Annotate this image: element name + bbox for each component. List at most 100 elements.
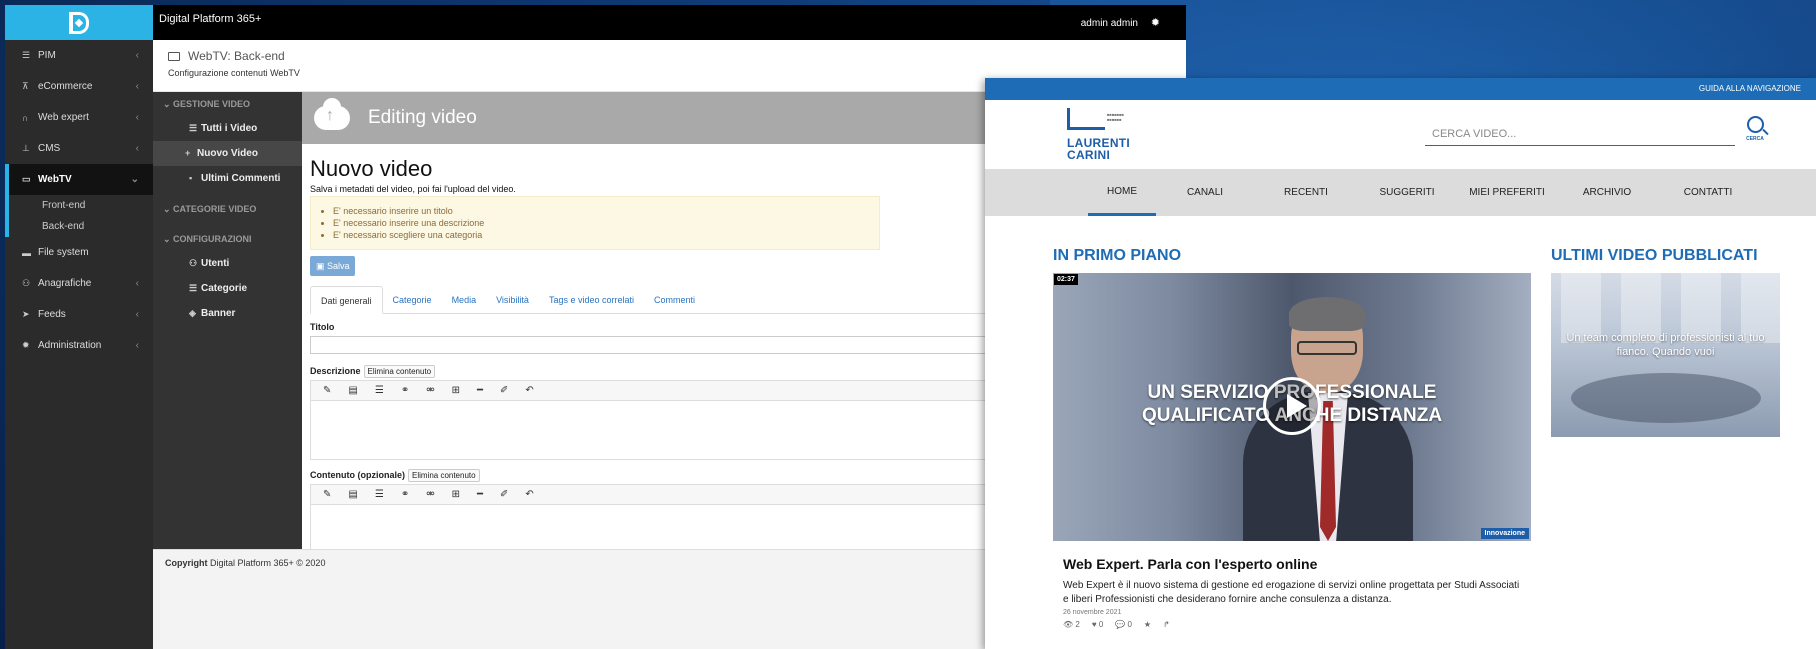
featured-title: IN PRIMO PIANO [1053, 247, 1182, 264]
search-input[interactable]: CERCA VIDEO... [1425, 124, 1735, 146]
nav-preferiti[interactable]: MIEI PREFERITI [1457, 169, 1557, 216]
tab-visibilita[interactable]: Visibilità [486, 286, 539, 313]
sidebar-item-anagrafiche[interactable]: ⚇ Anagrafiche ‹ [5, 268, 153, 299]
webtv-submenu: Front-end Back-end [5, 195, 153, 237]
plus-icon: + [185, 148, 191, 158]
tab-commenti[interactable]: Commenti [644, 286, 705, 313]
link-icon[interactable]: ⚭ [401, 385, 409, 396]
search-button[interactable]: CERCA [1742, 116, 1768, 150]
header-title: WebTV: Back-end [188, 49, 285, 63]
editing-title: Editing video [368, 107, 477, 128]
undo-icon[interactable]: ↶ [525, 489, 533, 500]
folder-icon: ▬ [22, 247, 31, 258]
unlink-icon[interactable]: ⚮ [426, 385, 434, 396]
sidebar-item-ecommerce[interactable]: ⊼ eCommerce ‹ [5, 71, 153, 102]
nav-suggeriti[interactable]: SUGGERITI [1357, 169, 1457, 216]
sidebar-subitem-back-end[interactable]: Back-end [9, 216, 153, 237]
alert-item: E' necessario scegliere una categoria [333, 229, 879, 241]
nav-recenti[interactable]: RECENTI [1256, 169, 1356, 216]
latest-video-thumbnail[interactable]: Un team completo di professionisti al tu… [1551, 273, 1780, 437]
link-utenti[interactable]: ⚇ Utenti [153, 251, 302, 276]
app-logo[interactable] [5, 5, 153, 40]
site-logo[interactable]: ■■■■■■■ ■■■■■■ LAURENTI CARINI [1067, 108, 1133, 164]
pencil-icon[interactable]: ✎ [323, 385, 331, 396]
link-banner[interactable]: ◈ Banner [153, 301, 302, 326]
page-title: Nuovo video [310, 156, 433, 181]
chevron-left-icon: ‹ [135, 278, 139, 289]
tab-categorie[interactable]: Categorie [383, 286, 442, 313]
nav-canali[interactable]: CANALI [1155, 169, 1255, 216]
likes-count[interactable]: ♥ 0 [1092, 620, 1103, 629]
group-gestione-video[interactable]: ⌄ GESTIONE VIDEO [153, 92, 302, 116]
list-icon[interactable]: ☰ [375, 385, 384, 396]
tab-tags[interactable]: Tags e video correlati [539, 286, 644, 313]
table-icon[interactable]: ⊞ [452, 385, 460, 396]
sidebar-subitem-front-end[interactable]: Front-end [9, 195, 153, 216]
list-icon: ☰ [189, 283, 198, 293]
link-nuovo-video[interactable]: + Nuovo Video [153, 141, 302, 166]
main-nav: HOME CANALI RECENTI SUGGERITI MIEI PREFE… [985, 169, 1816, 216]
undo-icon[interactable]: ↶ [525, 385, 533, 396]
sidebar-item-web-expert[interactable]: ∩ Web expert ‹ [5, 102, 153, 133]
featured-video[interactable]: 02:37 UN SERVIZIO PROFESSIONALE QUALIFIC… [1053, 273, 1531, 541]
validation-alert: E' necessario inserire un titolo E' nece… [310, 196, 880, 250]
sidebar-item-administration[interactable]: ✹ Administration ‹ [5, 330, 153, 361]
clear-description-button[interactable]: Elimina contenuto [363, 365, 436, 378]
group-categorie-video[interactable]: ⌄ CATEGORIE VIDEO [153, 197, 302, 221]
hr-icon[interactable]: ━ [477, 385, 483, 396]
link-categorie[interactable]: ☰ Categorie [153, 276, 302, 301]
tab-media[interactable]: Media [442, 286, 487, 313]
nav-home[interactable]: HOME [1088, 169, 1156, 216]
sitemap-icon: ⊥ [22, 143, 30, 153]
user-menu[interactable]: admin admin [1081, 18, 1138, 29]
users-icon: ⚇ [22, 278, 31, 288]
monitor-icon [168, 51, 180, 61]
nav-contatti[interactable]: CONTATTI [1658, 169, 1758, 216]
chevron-down-icon: ⌄ [130, 174, 139, 185]
gear-icon[interactable]: ✹ [1151, 16, 1160, 29]
hr-icon[interactable]: ━ [477, 489, 483, 500]
align-icon[interactable]: ▤ [348, 489, 357, 500]
tag-icon: ◈ [189, 308, 196, 318]
link-ultimi-commenti[interactable]: ▪ Ultimi Commenti [153, 166, 302, 191]
eraser-icon[interactable]: ✐ [500, 489, 508, 500]
sidebar-item-cms[interactable]: ⊥ CMS ‹ [5, 133, 153, 164]
nav-archivio[interactable]: ARCHIVIO [1557, 169, 1657, 216]
eraser-icon[interactable]: ✐ [500, 385, 508, 396]
sidebar-item-webtv[interactable]: ▭ WebTV ⌄ [5, 164, 153, 195]
unlink-icon[interactable]: ⚮ [426, 489, 434, 500]
sidebar-item-feeds[interactable]: ➤ Feeds ‹ [5, 299, 153, 330]
align-icon[interactable]: ▤ [348, 385, 357, 396]
list-icon: ☰ [22, 50, 31, 60]
comments-count[interactable]: 💬 0 [1115, 620, 1132, 629]
link-tutti-video[interactable]: ☰ Tutti i Video [153, 116, 302, 141]
navigation-guide-link[interactable]: GUIDA ALLA NAVIGAZIONE [1699, 84, 1801, 93]
cloud-upload-icon [314, 98, 350, 130]
group-configurazioni[interactable]: ⌄ CONFIGURAZIONI [153, 227, 302, 251]
eye-icon: 👁 [1063, 620, 1076, 629]
floppy-icon: ▣ [316, 261, 328, 271]
table-icon[interactable]: ⊞ [452, 489, 460, 500]
tab-dati-generali[interactable]: Dati generali [310, 286, 383, 314]
sidebar-item-file-system[interactable]: ▬ File system [5, 237, 153, 268]
list-icon[interactable]: ☰ [375, 489, 384, 500]
app-title: Digital Platform 365+ [159, 13, 262, 25]
star-icon[interactable]: ★ [1144, 620, 1151, 629]
pencil-icon[interactable]: ✎ [323, 489, 331, 500]
copyright-text: Digital Platform 365+ © 2020 [207, 558, 326, 568]
latest-title: ULTIMI VIDEO PUBBLICATI [1551, 247, 1758, 264]
save-button[interactable]: ▣ Salva [310, 256, 355, 276]
clear-content-button[interactable]: Elimina contenuto [407, 469, 480, 482]
share-icon[interactable]: ↱ [1163, 620, 1170, 629]
headset-icon: ∩ [22, 112, 29, 123]
chevron-left-icon: ‹ [135, 50, 139, 61]
video-duration: 02:37 [1054, 274, 1078, 285]
header-subtitle: Configurazione contenuti WebTV [168, 68, 300, 78]
article-title[interactable]: Web Expert. Parla con l'esperto online [1063, 556, 1317, 572]
play-icon[interactable] [1263, 377, 1321, 435]
alert-item: E' necessario inserire una descrizione [333, 217, 879, 229]
link-icon[interactable]: ⚭ [401, 489, 409, 500]
comment-icon: 💬 [1115, 620, 1128, 629]
sidebar-item-pim[interactable]: ☰ PIM ‹ [5, 40, 153, 71]
category-badge[interactable]: Innovazione [1480, 528, 1529, 539]
